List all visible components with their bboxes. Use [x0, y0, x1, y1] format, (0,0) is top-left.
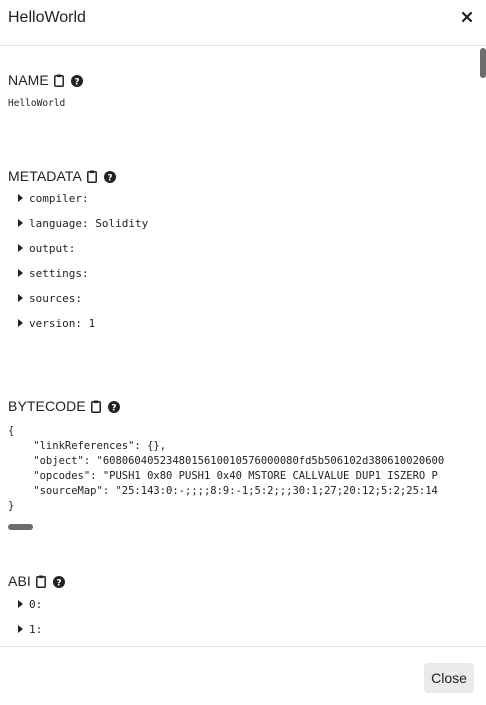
abi-item-1[interactable]: 1: — [18, 622, 42, 636]
bytecode-label: BYTECODE — [8, 398, 86, 414]
question-circle-icon[interactable]: ? — [70, 74, 83, 87]
tree-item-label: version: 1 — [29, 316, 96, 330]
question-circle-icon[interactable]: ? — [52, 575, 65, 588]
caret-right-icon — [18, 244, 23, 252]
code-line: "sourceMap": "25:143:0:-;;;;8:9:-1;5:2;;… — [8, 485, 438, 497]
code-line: } — [8, 500, 15, 512]
tree-item-label: settings: — [29, 266, 89, 280]
metadata-item-language[interactable]: language: Solidity — [18, 216, 148, 230]
caret-right-icon — [18, 194, 23, 202]
contract-name-value: HelloWorld — [8, 98, 66, 109]
clipboard-icon[interactable] — [90, 400, 101, 413]
svg-text:?: ? — [74, 77, 79, 87]
caret-right-icon — [18, 625, 23, 633]
metadata-item-version[interactable]: version: 1 — [18, 316, 95, 330]
svg-text:?: ? — [107, 173, 112, 183]
metadata-item-settings[interactable]: settings: — [18, 266, 89, 280]
tree-item-label: 0: — [29, 597, 43, 611]
svg-text:?: ? — [56, 578, 61, 588]
tree-item-label: sources: — [29, 291, 82, 305]
code-line: { — [8, 425, 15, 437]
question-circle-icon[interactable]: ? — [107, 400, 120, 413]
clipboard-icon[interactable] — [86, 170, 97, 183]
bytecode-json-view: { "linkReferences": {}, "object": "60806… — [8, 424, 466, 522]
caret-right-icon — [18, 269, 23, 277]
metadata-section-title: METADATA ? — [8, 167, 116, 185]
clipboard-icon[interactable] — [53, 74, 64, 87]
name-label: NAME — [8, 72, 49, 88]
modal-header: HelloWorld — [0, 0, 486, 46]
caret-right-icon — [18, 600, 23, 608]
abi-label: ABI — [8, 573, 31, 589]
modal-footer: Close — [0, 646, 486, 705]
vertical-scrollbar[interactable] — [480, 48, 486, 78]
caret-right-icon — [18, 294, 23, 302]
metadata-item-compiler[interactable]: compiler: — [18, 191, 89, 205]
tree-item-label: output: — [29, 241, 76, 255]
horizontal-scrollbar[interactable] — [8, 524, 33, 530]
clipboard-icon[interactable] — [35, 575, 46, 588]
abi-section-title: ABI ? — [8, 572, 65, 590]
tree-item-label: 1: — [29, 622, 43, 636]
svg-text:?: ? — [111, 403, 116, 413]
tree-item-label: language: Solidity — [29, 216, 149, 230]
caret-right-icon — [18, 219, 23, 227]
caret-right-icon — [18, 319, 23, 327]
modal-body[interactable]: NAME ? HelloWorld METADATA ? compiler: l… — [0, 46, 486, 646]
close-icon[interactable] — [460, 8, 474, 26]
abi-item-0[interactable]: 0: — [18, 597, 42, 611]
name-section-title: NAME ? — [8, 71, 83, 89]
code-line: "object": "60806040523480156100105760000… — [8, 455, 445, 467]
bytecode-section-title: BYTECODE ? — [8, 397, 120, 415]
metadata-item-output[interactable]: output: — [18, 241, 75, 255]
modal-title: HelloWorld — [8, 9, 86, 26]
close-button[interactable]: Close — [424, 663, 474, 693]
code-line: "opcodes": "PUSH1 0x80 PUSH1 0x40 MSTORE… — [8, 470, 438, 482]
tree-item-label: compiler: — [29, 191, 89, 205]
metadata-item-sources[interactable]: sources: — [18, 291, 82, 305]
question-circle-icon[interactable]: ? — [103, 170, 116, 183]
code-line: "linkReferences": {}, — [8, 440, 167, 452]
metadata-label: METADATA — [8, 168, 82, 184]
